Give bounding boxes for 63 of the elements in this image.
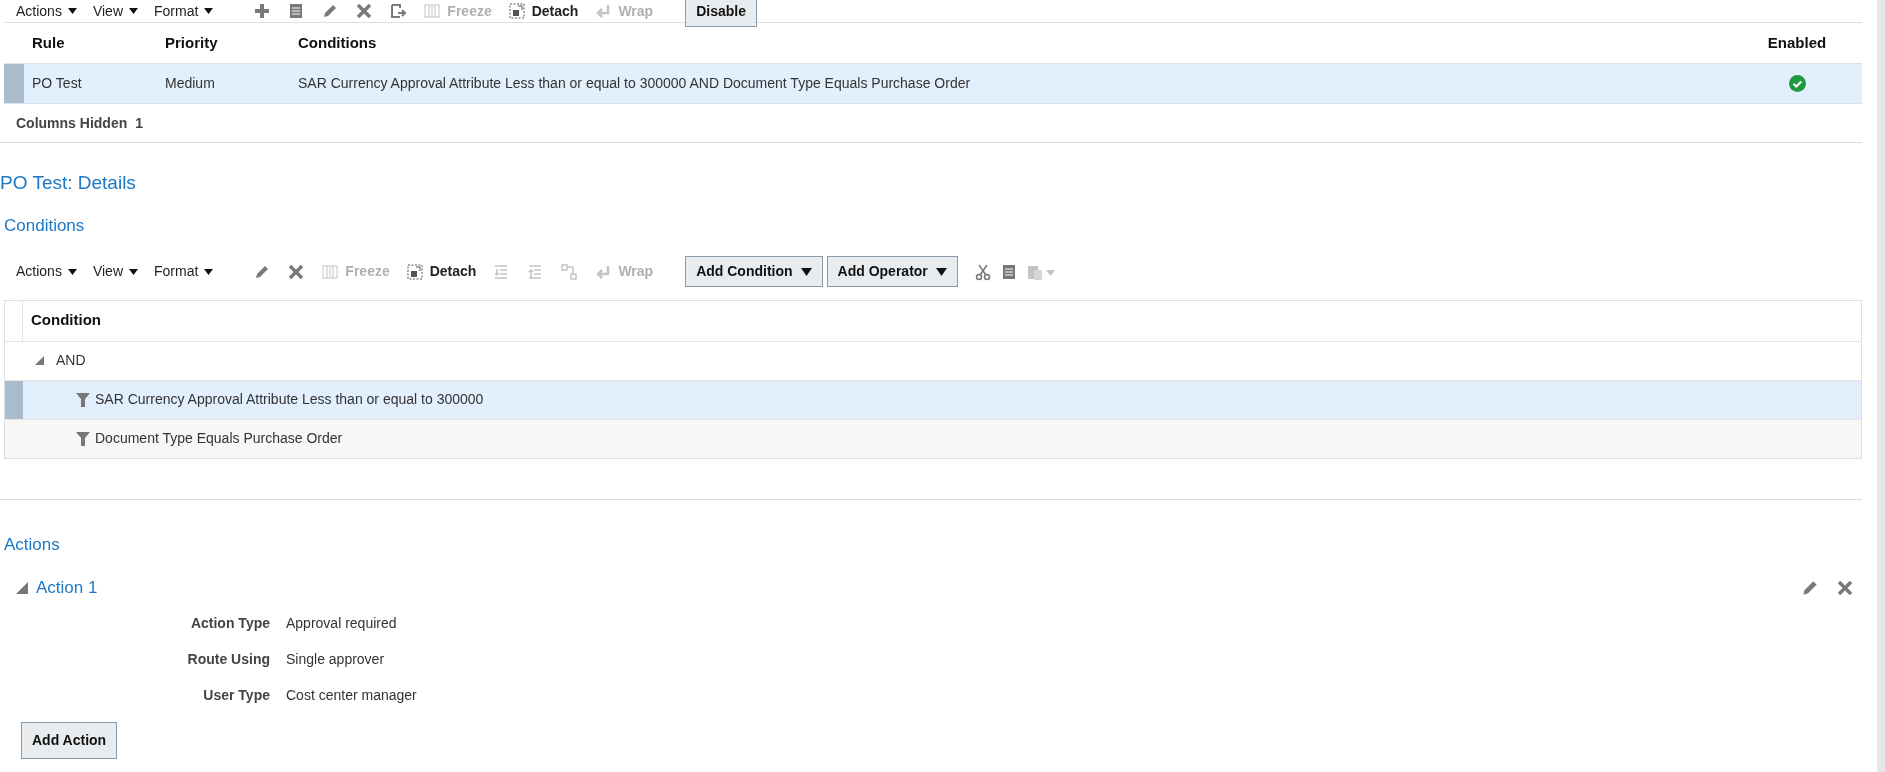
- scissors-icon[interactable]: [973, 262, 992, 281]
- details-title: PO Test: Details: [0, 172, 136, 193]
- expanded-triangle-icon[interactable]: [16, 581, 28, 594]
- table-row[interactable]: PO Test Medium SAR Currency Approval Attribute Less than or equal to 300000 AND Document Type Equals Purchase Order: [4, 63, 1862, 103]
- columns-icon: [321, 262, 340, 281]
- field-label: Route Using: [186, 649, 271, 669]
- caret-icon: [204, 268, 214, 275]
- export-icon[interactable]: [389, 2, 408, 20]
- caret-icon: [129, 268, 138, 275]
- condition-text: SAR Currency Approval Attribute Less than or equal to 300000: [95, 390, 484, 409]
- command-button[interactable]: Add Operator: [826, 256, 958, 287]
- caret-icon: [67, 268, 77, 275]
- tree-row[interactable]: SAR Currency Approval Attribute Less than or equal to 300000: [5, 379, 1861, 419]
- toolbar-button[interactable]: Detach: [405, 261, 477, 282]
- expanded-triangle-icon[interactable]: [35, 356, 44, 365]
- column-header: Conditions: [298, 32, 378, 53]
- menu-button[interactable]: Format: [154, 0, 214, 22]
- close-icon[interactable]: [1836, 578, 1854, 597]
- selection-marker: [4, 64, 24, 103]
- plus-icon[interactable]: [253, 2, 272, 20]
- toolbar-button[interactable]: Detach: [507, 0, 579, 22]
- condition-text: AND: [56, 351, 86, 370]
- caret-icon: [935, 267, 947, 276]
- table-cell-text: SAR Currency Approval Attribute Less than or equal to 300000 AND Document Type Equals Purchase Order: [298, 74, 972, 93]
- columns-hidden-count: 1: [135, 113, 144, 133]
- column-header: Condition: [30, 310, 101, 331]
- column-header: Rule: [31, 32, 66, 53]
- field-label: Action Type: [189, 613, 271, 633]
- add-action-button[interactable]: Add Action: [21, 721, 118, 759]
- caret-icon: [129, 8, 138, 14]
- field-value: Single approver: [286, 649, 385, 669]
- table-cell-text: Medium: [165, 74, 216, 93]
- section-title: Actions: [4, 534, 60, 554]
- menu-button[interactable]: Actions: [16, 261, 77, 282]
- condition-text: Document Type Equals Purchase Order: [95, 429, 343, 448]
- columns-hidden-label: Columns Hidden: [16, 113, 128, 133]
- field-value: Approval required: [286, 613, 397, 633]
- field-label: User Type: [202, 685, 271, 705]
- filter-icon: [75, 430, 91, 447]
- detach-icon: [507, 2, 526, 20]
- caret-icon: [67, 8, 77, 14]
- caret-icon: [204, 8, 214, 14]
- menu-button[interactable]: Format: [154, 261, 214, 282]
- selection-marker: [5, 380, 23, 419]
- field-value: Cost center manager: [286, 685, 417, 705]
- detach-icon: [405, 262, 424, 281]
- section-title: Conditions: [4, 216, 85, 235]
- menu-button[interactable]: Actions: [16, 0, 77, 22]
- column-header: Enabled: [1766, 32, 1828, 53]
- close-icon[interactable]: [287, 262, 306, 281]
- action-title[interactable]: Action 1: [36, 575, 98, 601]
- menu-button[interactable]: View: [92, 0, 138, 22]
- filter-icon: [75, 391, 91, 408]
- table-cell-text: PO Test: [31, 74, 83, 93]
- menu-button[interactable]: View: [92, 261, 138, 282]
- caret-icon: [800, 267, 812, 276]
- tree-row[interactable]: Document Type Equals Purchase Order: [5, 418, 1861, 458]
- columns-icon: [423, 2, 442, 20]
- column-header: Priority: [165, 32, 219, 53]
- command-button[interactable]: Add Condition: [685, 256, 823, 287]
- command-button[interactable]: Disable: [685, 0, 757, 27]
- close-icon[interactable]: [355, 2, 374, 20]
- scrollbar[interactable]: [1877, 0, 1885, 772]
